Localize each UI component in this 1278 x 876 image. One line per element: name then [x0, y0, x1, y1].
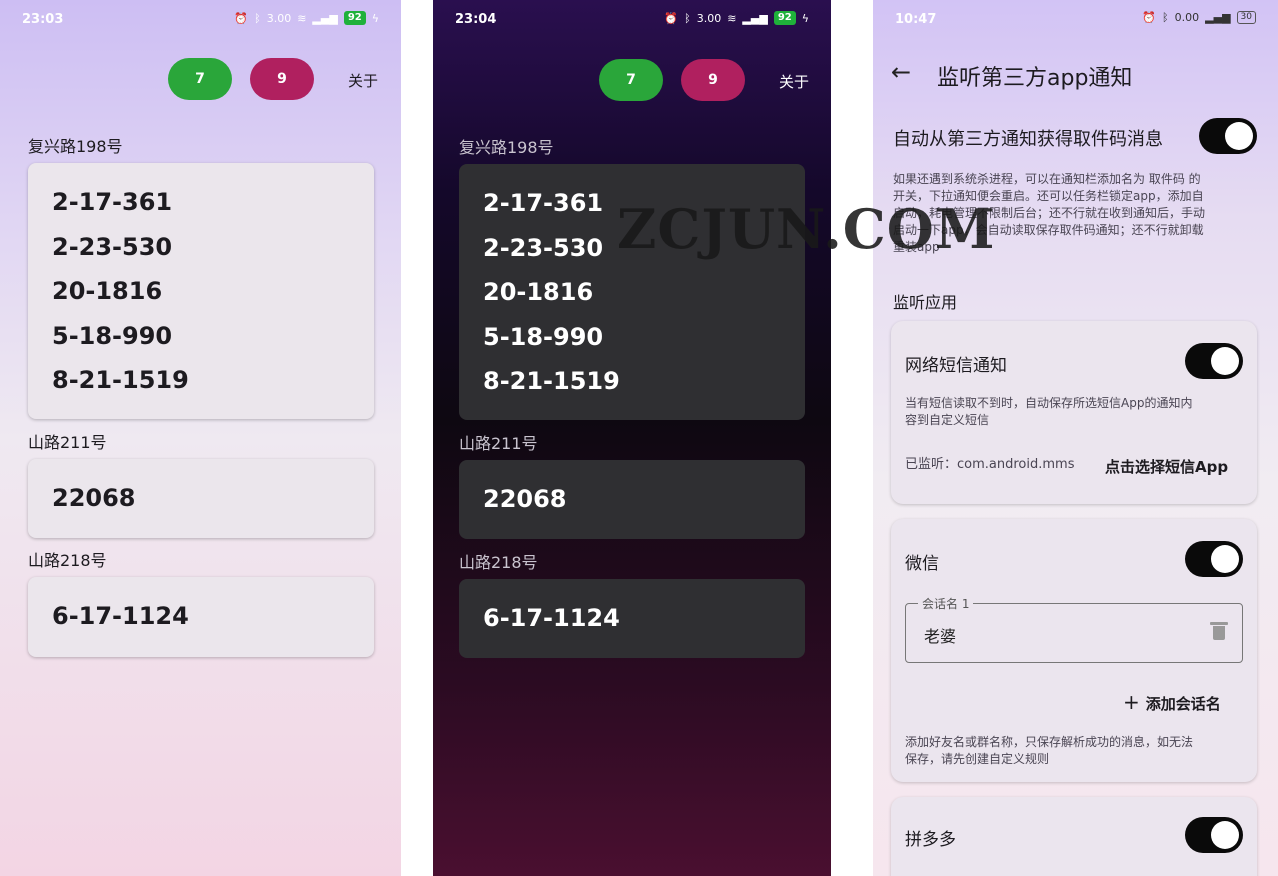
- back-arrow-icon[interactable]: ←: [891, 58, 911, 86]
- phone-dark-screen: 23:04 ⏰ ᛒ 3.00 ≋ ▂▄▆ 92 ϟ 7 9 关于 复兴路198号…: [433, 0, 831, 876]
- group-label: 复兴路198号: [28, 137, 123, 156]
- status-bar: 23:03 ⏰ ᛒ 3.00 ≋ ▂▄▆ 92 ϟ: [0, 0, 401, 40]
- pinduoduo-toggle[interactable]: [1185, 817, 1243, 853]
- count-pink-button[interactable]: 9: [681, 59, 745, 101]
- session-name-field[interactable]: 会话名 1 老婆: [905, 595, 1243, 663]
- alarm-icon: ⏰: [664, 11, 679, 25]
- battery-icon: 92: [773, 11, 796, 25]
- charging-icon: ϟ: [371, 11, 379, 25]
- pinduoduo-card: 拼多多: [891, 797, 1257, 876]
- pickup-code: 8-21-1519: [483, 367, 620, 395]
- page-title: 监听第三方app通知: [937, 66, 1133, 91]
- status-bar: 10:47 ⏰ ᛒ 0.00 ▂▄▆ 30: [873, 0, 1278, 40]
- net-speed: 3.00: [266, 11, 292, 25]
- battery-icon: 30: [1236, 11, 1256, 24]
- signal-icon: ▂▄▆: [742, 11, 768, 25]
- session-name-label: 会话名 1: [918, 595, 974, 612]
- wifi-icon: ≋: [727, 11, 737, 25]
- net-speed: 3.00: [696, 11, 722, 25]
- sms-notify-card: 网络短信通知 当有短信读取不到时，自动保存所选短信App的通知内 容到自定义短信…: [891, 321, 1257, 504]
- sms-notify-title: 网络短信通知: [905, 356, 1007, 376]
- pickup-code: 20-1816: [52, 277, 163, 305]
- pinduoduo-title: 拼多多: [905, 830, 956, 850]
- sms-notify-toggle[interactable]: [1185, 343, 1243, 379]
- pickup-code: 6-17-1124: [52, 602, 189, 630]
- pickup-code: 5-18-990: [483, 322, 604, 351]
- group-label: 山路211号: [459, 434, 538, 453]
- group-label: 山路211号: [28, 433, 107, 452]
- code-card[interactable]: 22068: [459, 460, 805, 539]
- group-label: 山路218号: [28, 551, 107, 570]
- about-button[interactable]: 关于: [348, 70, 378, 91]
- bluetooth-icon: ᛒ: [254, 11, 261, 25]
- bluetooth-icon: ᛒ: [684, 11, 691, 25]
- count-green-button[interactable]: 7: [168, 58, 232, 100]
- code-card[interactable]: 22068: [28, 459, 374, 538]
- sms-listening-status: 已监听：com.android.mms: [905, 457, 1075, 472]
- select-sms-app-button[interactable]: 点击选择短信App: [1105, 456, 1228, 477]
- plus-icon: +: [1123, 690, 1140, 714]
- section-title: 监听应用: [893, 293, 958, 312]
- session-name-value: 老婆: [924, 627, 957, 646]
- bluetooth-icon: ᛒ: [1162, 11, 1169, 24]
- pickup-code: 22068: [483, 485, 567, 513]
- about-button[interactable]: 关于: [779, 71, 809, 92]
- group-label: 山路218号: [459, 553, 538, 572]
- auto-fetch-toggle[interactable]: [1199, 118, 1257, 154]
- net-speed: 0.00: [1174, 11, 1200, 24]
- alarm-icon: ⏰: [234, 11, 249, 25]
- alarm-icon: ⏰: [1142, 11, 1157, 24]
- pickup-code: 6-17-1124: [483, 604, 620, 632]
- wechat-description: 添加好友名或群名称，只保存解析成功的消息，如无法 保存，请先创建自定义规则: [905, 735, 1194, 766]
- count-green-button[interactable]: 7: [599, 59, 663, 101]
- status-time: 10:47: [895, 12, 937, 27]
- wifi-icon: ≋: [297, 11, 307, 25]
- wechat-toggle[interactable]: [1185, 541, 1243, 577]
- group-label: 复兴路198号: [459, 138, 554, 157]
- pickup-code: 20-1816: [483, 278, 594, 306]
- code-card[interactable]: 2-17-361 2-23-530 20-1816 5-18-990 8-21-…: [28, 163, 374, 419]
- status-bar: 23:04 ⏰ ᛒ 3.00 ≋ ▂▄▆ 92 ϟ: [433, 0, 831, 40]
- phone-settings-screen: 10:47 ⏰ ᛒ 0.00 ▂▄▆ 30 ← 监听第三方app通知 自动从第三…: [873, 0, 1278, 876]
- wechat-card: 微信 会话名 1 老婆 + 添加会话名 添加好友名或群名称，只保存解析成功的消息，…: [891, 519, 1257, 782]
- pickup-code: 5-18-990: [52, 321, 173, 350]
- pickup-code: 2-23-530: [52, 232, 173, 261]
- pickup-code: 2-17-361: [52, 188, 173, 216]
- code-card[interactable]: 6-17-1124: [28, 577, 374, 657]
- add-session-button[interactable]: + 添加会话名: [1123, 690, 1221, 714]
- charging-icon: ϟ: [801, 11, 809, 25]
- status-time: 23:03: [22, 12, 64, 27]
- trash-icon[interactable]: [1210, 622, 1228, 640]
- top-app-bar: ← 监听第三方app通知: [873, 50, 1278, 98]
- count-pink-button[interactable]: 9: [250, 58, 314, 100]
- sms-notify-description: 当有短信读取不到时，自动保存所选短信App的通知内 容到自定义短信: [905, 396, 1193, 427]
- auto-fetch-label: 自动从第三方通知获得取件码消息: [893, 129, 1163, 150]
- pickup-code: 22068: [52, 484, 136, 512]
- signal-icon: ▂▄▆: [1205, 11, 1231, 24]
- signal-icon: ▂▄▆: [312, 11, 338, 25]
- battery-icon: 92: [343, 11, 366, 25]
- pickup-code: 8-21-1519: [52, 366, 189, 394]
- code-card[interactable]: 6-17-1124: [459, 579, 805, 658]
- phone-light-screen: 23:03 ⏰ ᛒ 3.00 ≋ ▂▄▆ 92 ϟ 7 9 关于 复兴路198号…: [0, 0, 401, 876]
- wechat-title: 微信: [905, 554, 939, 574]
- watermark: ZCJUN.COM: [617, 197, 996, 261]
- status-time: 23:04: [455, 12, 497, 27]
